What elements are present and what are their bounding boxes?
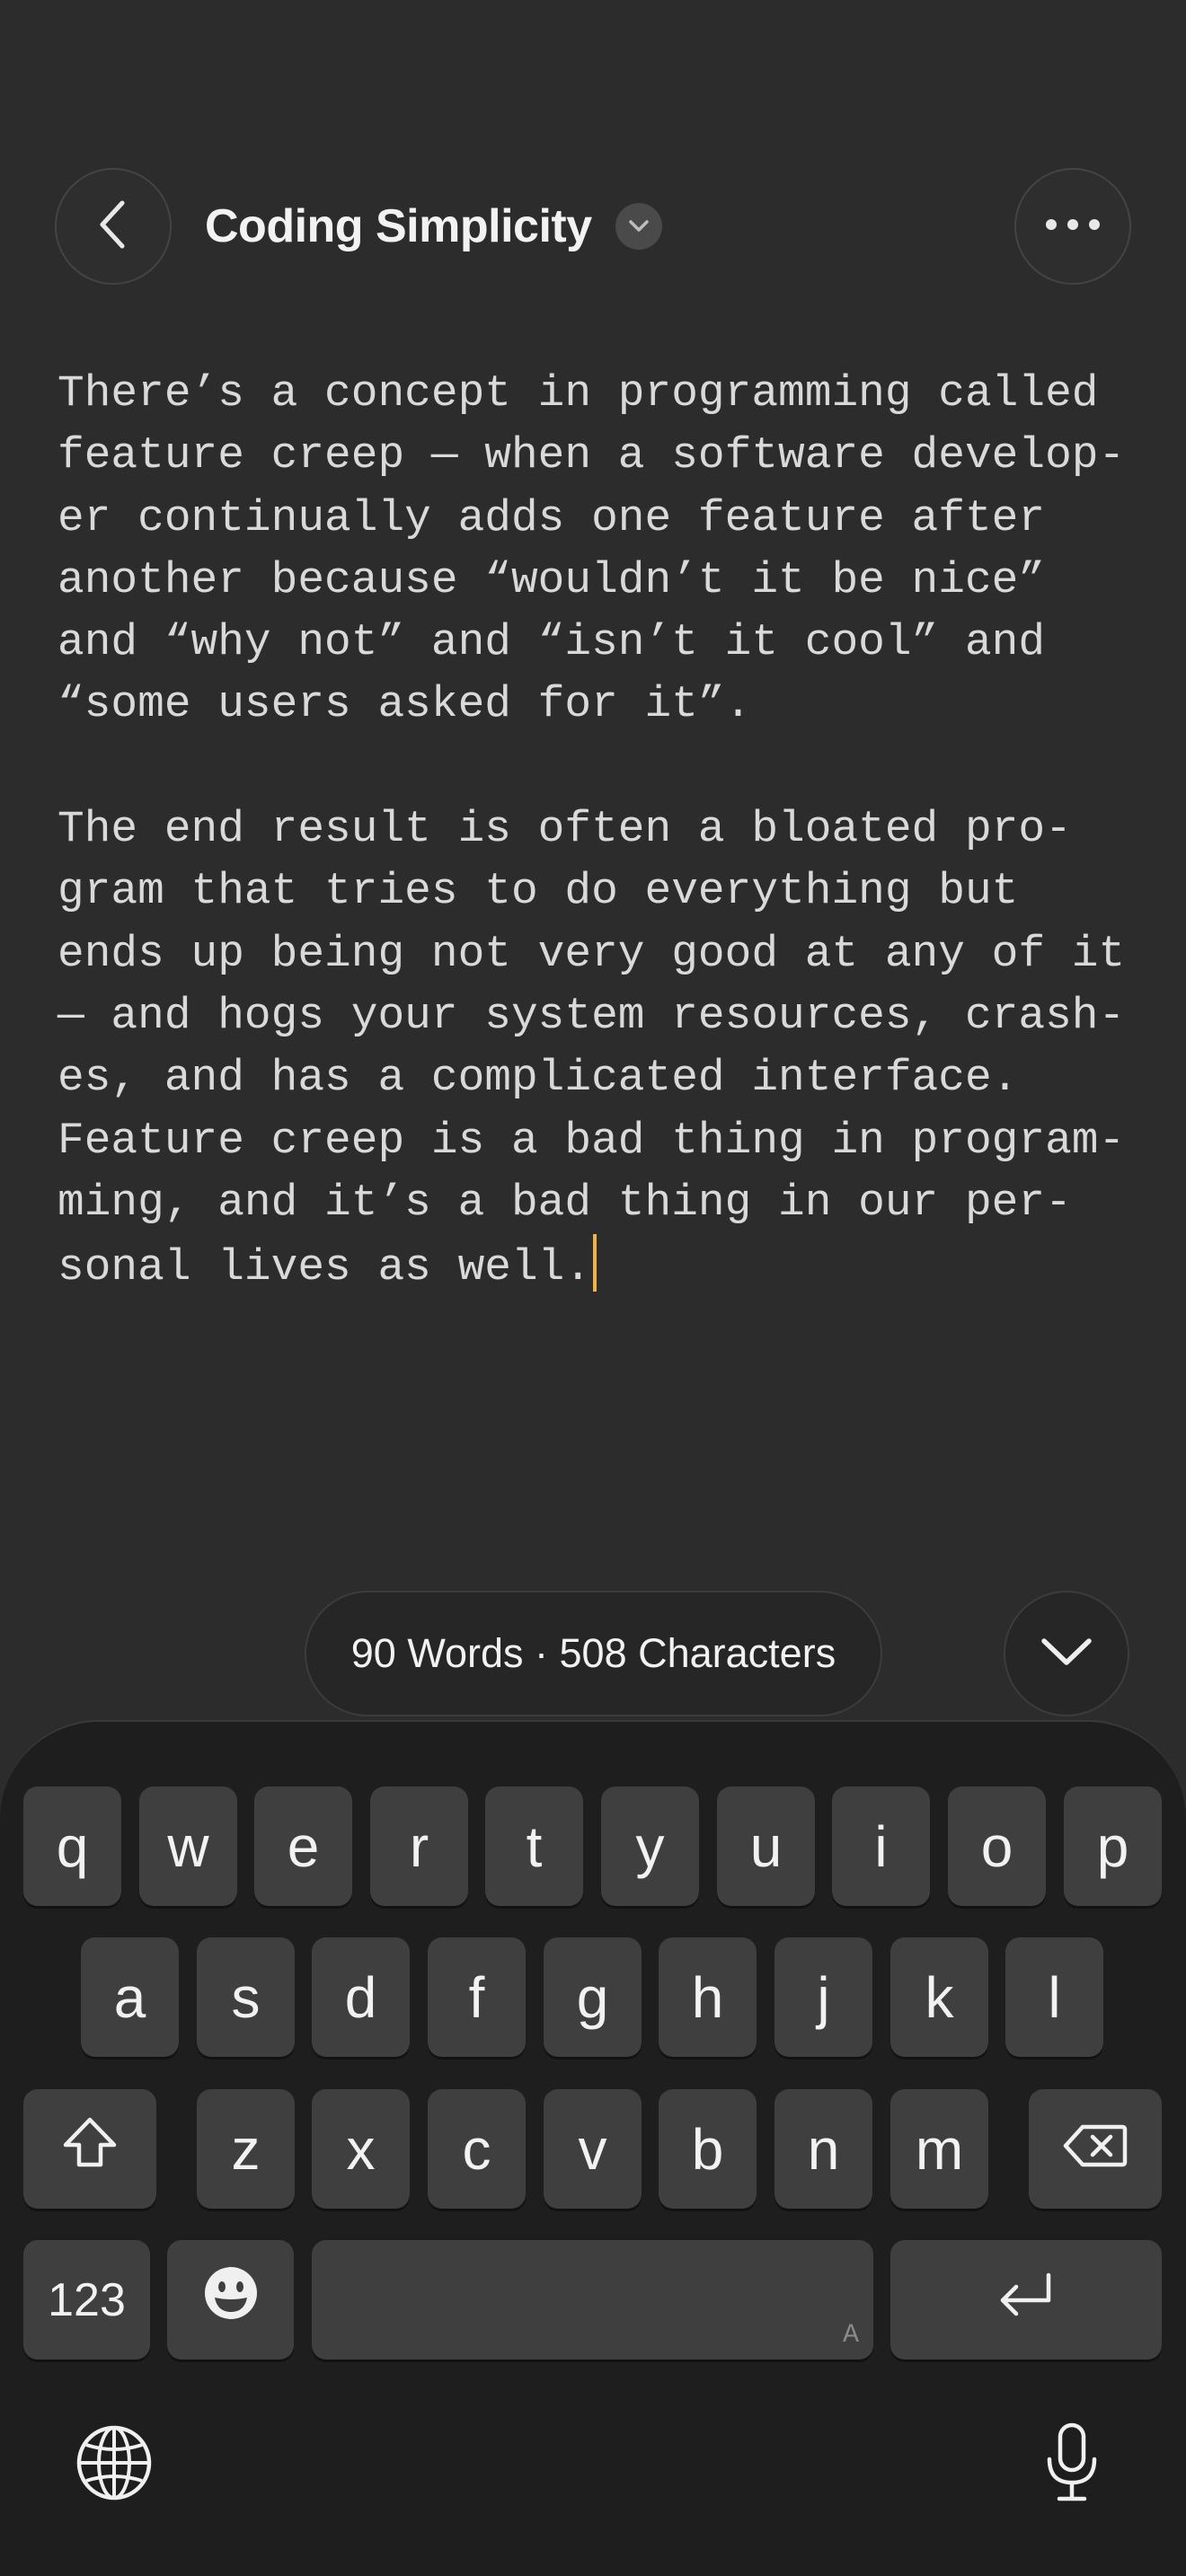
paragraph: There’s a concept in programming called … [58, 363, 1136, 737]
key-u[interactable]: u [717, 1786, 815, 1906]
text-line: ming, and it’s a bad thing in our per- [58, 1177, 1072, 1228]
text-line: There’s a concept in programming called [58, 368, 1099, 419]
globe-button[interactable] [72, 2422, 156, 2507]
more-options-button[interactable] [1014, 168, 1131, 285]
key-e[interactable]: e [254, 1786, 352, 1906]
return-key[interactable] [890, 2240, 1162, 2360]
key-d[interactable]: d [312, 1937, 410, 2057]
shift-key[interactable] [23, 2089, 156, 2209]
globe-icon [75, 2423, 154, 2507]
key-p[interactable]: p [1064, 1786, 1162, 1906]
key-t[interactable]: t [485, 1786, 583, 1906]
key-c[interactable]: c [428, 2089, 526, 2209]
text-line: “some users asked for it”. [58, 679, 752, 730]
microphone-icon [1043, 2422, 1101, 2509]
text-line: es, and has a complicated interface. [58, 1053, 1019, 1104]
text-line: and “why not” and “isn’t it cool” and [58, 617, 1046, 668]
text-line: ends up being not very good at any of it [58, 928, 1126, 979]
space-key-hint: A [842, 2320, 859, 2351]
text-editor[interactable]: There’s a concept in programming called … [58, 363, 1136, 1296]
text-line: The end result is often a bloated pro- [58, 804, 1072, 855]
shift-icon [61, 2115, 119, 2183]
key-w[interactable]: w [139, 1786, 237, 1906]
key-h[interactable]: h [659, 1937, 757, 2057]
backspace-icon [1063, 2116, 1128, 2183]
text-line: another because “wouldn’t it be nice” [58, 554, 1046, 605]
key-z[interactable]: z [197, 2089, 295, 2209]
document-title-menu[interactable]: Coding Simplicity [205, 192, 662, 260]
word-count-pill[interactable]: 90 Words · 508 Characters [305, 1591, 882, 1716]
key-k[interactable]: k [890, 1937, 988, 2057]
key-g[interactable]: g [544, 1937, 642, 2057]
key-b[interactable]: b [659, 2089, 757, 2209]
key-o[interactable]: o [948, 1786, 1046, 1906]
text-line: Feature creep is a bad thing in program- [58, 1115, 1126, 1166]
key-f[interactable]: f [428, 1937, 526, 2057]
key-i[interactable]: i [832, 1786, 930, 1906]
key-q[interactable]: q [23, 1786, 121, 1906]
key-m[interactable]: m [890, 2089, 988, 2209]
key-n[interactable]: n [774, 2089, 872, 2209]
key-a[interactable]: a [81, 1937, 179, 2057]
text-line: feature creep — when a software develop- [58, 430, 1126, 481]
delete-key[interactable] [1029, 2089, 1162, 2209]
chevron-down-icon [615, 203, 662, 250]
text-line: — and hogs your system resources, crash- [58, 990, 1126, 1041]
word-count-text: 90 Words · 508 Characters [350, 1630, 836, 1676]
text-line-last: sonal lives as well. [58, 1234, 1136, 1296]
chevron-down-icon [1040, 1636, 1093, 1672]
key-r[interactable]: r [370, 1786, 468, 1906]
key-y[interactable]: y [601, 1786, 699, 1906]
text-caret [593, 1234, 597, 1292]
text-line: gram that tries to do everything but [58, 866, 1019, 917]
key-s[interactable]: s [197, 1937, 295, 2057]
keyboard: q w e r t y u i o p a s d f g h j k l z … [0, 1720, 1186, 2576]
back-button[interactable] [55, 168, 172, 285]
paragraph: The end result is often a bloated pro- g… [58, 798, 1136, 1296]
text-line-content: sonal lives as well. [58, 1242, 592, 1293]
chevron-left-icon [95, 198, 131, 256]
emoji-key[interactable] [167, 2240, 294, 2360]
document-title: Coding Simplicity [205, 200, 592, 252]
key-l[interactable]: l [1005, 1937, 1103, 2057]
emoji-icon [203, 2265, 259, 2334]
key-v[interactable]: v [544, 2089, 642, 2209]
key-x[interactable]: x [312, 2089, 410, 2209]
dictation-button[interactable] [1030, 2422, 1114, 2507]
space-key[interactable]: A [312, 2240, 873, 2360]
return-icon [995, 2267, 1058, 2333]
numbers-key[interactable]: 123 [23, 2240, 150, 2360]
key-j[interactable]: j [774, 1937, 872, 2057]
dismiss-keyboard-button[interactable] [1004, 1591, 1129, 1716]
ellipsis-icon [1044, 217, 1102, 236]
text-line: er continually adds one feature after [58, 492, 1046, 543]
